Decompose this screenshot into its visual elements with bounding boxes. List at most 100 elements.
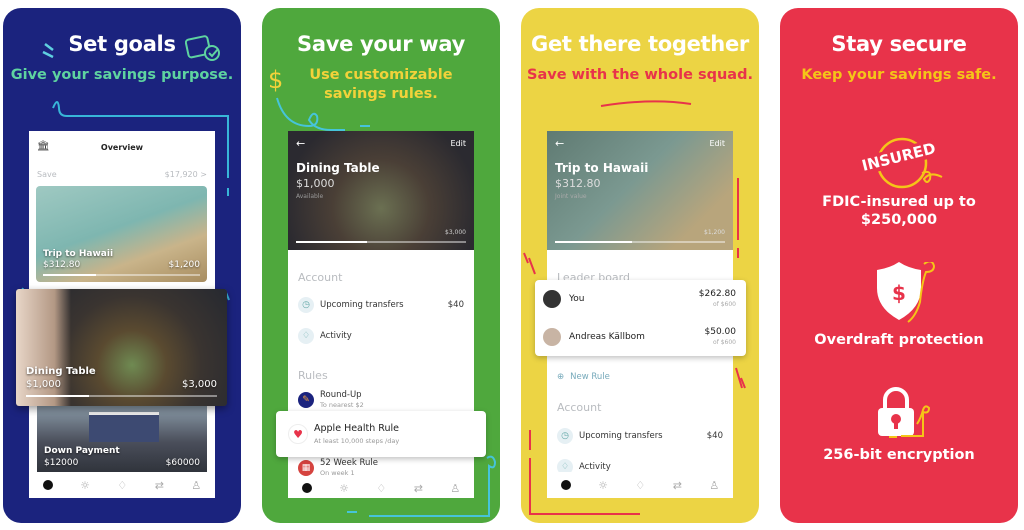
activity-icon[interactable]: ♢ (376, 482, 386, 495)
feature-fdic-line2: $250,000 (860, 212, 938, 228)
rule-52-week[interactable]: ▦ 52 Week Rule On week 1 (298, 458, 464, 477)
rules-heading: Rules (298, 369, 328, 382)
panel-title: Stay secure (831, 32, 967, 56)
goal-header-image: ← Edit Trip to Hawaii $312.80 Joint valu… (547, 131, 733, 250)
goal-title: Trip to Hawaii (555, 161, 649, 175)
activity-icon: ♢ (298, 328, 314, 344)
rule-detail: At least 10,000 steps /day (314, 437, 400, 445)
feature-fdic-line1: FDIC-insured up to (822, 194, 976, 210)
goal-target: $60000 (165, 458, 200, 468)
lightbulb-icon[interactable]: ☼ (80, 479, 90, 492)
row-label: Activity (579, 462, 611, 472)
account-heading: Account (298, 271, 343, 284)
rule-detail: On week 1 (320, 469, 355, 477)
calendar-icon: ▦ (298, 459, 314, 476)
goal-saved: $1,000 (26, 379, 61, 390)
tab-bar: ☼ ♢ ⇄ ♙ (288, 478, 474, 498)
leader-row[interactable]: Andreas Källbom $50.00 of $600 (543, 326, 736, 350)
goal-card-hawaii[interactable]: Trip to Hawaii $312.80 $1,200 (36, 186, 207, 282)
panel-subtitle-line1: Use customizable (309, 67, 453, 83)
back-button[interactable]: ← (555, 137, 564, 150)
goal-name: Dining Table (26, 366, 96, 377)
home-icon[interactable] (560, 480, 571, 490)
activity-icon[interactable]: ♢ (117, 479, 127, 492)
rule-round-up[interactable]: ✎ Round-Up To nearest $2 (298, 390, 464, 409)
goal-card-dining-table[interactable]: Dining Table $1,000 $3,000 (16, 289, 227, 406)
chevron-right-icon: > (200, 170, 207, 179)
tab-bar: ☼ ♢ ⇄ ♙ (547, 472, 733, 498)
leader-target: of $600 (713, 339, 736, 346)
profile-icon[interactable]: ♙ (709, 479, 719, 492)
edit-button[interactable]: Edit (451, 139, 467, 148)
goal-amount: $312.80 (555, 177, 601, 190)
row-label: Upcoming transfers (579, 431, 663, 441)
goal-progress-bar (555, 241, 725, 243)
clock-icon: ◷ (557, 428, 573, 444)
shield-dollar-icon: $ (877, 262, 936, 323)
row-value: $40 (447, 300, 464, 310)
panel-title: Save your way (297, 32, 465, 56)
transfer-icon[interactable]: ⇄ (155, 479, 164, 492)
panel-get-there-together: Get there together Save with the whole s… (521, 8, 759, 523)
lightbulb-icon[interactable]: ☼ (339, 482, 349, 495)
goal-target: $3,000 (445, 229, 466, 236)
rule-name: Apple Health Rule (314, 423, 399, 434)
upcoming-transfers-row[interactable]: ◷ Upcoming transfers $40 (298, 297, 464, 313)
transfer-icon[interactable]: ⇄ (673, 479, 682, 492)
goal-progress-bar (26, 395, 217, 397)
row-label: Activity (320, 331, 352, 341)
panel-save-your-way: $ Save your way Use customizable savings… (262, 8, 500, 523)
leader-amount: $50.00 (704, 327, 737, 337)
round-up-icon: ✎ (298, 391, 314, 408)
edit-button[interactable]: Edit (710, 139, 726, 148)
new-rule-button[interactable]: ⊕ New Rule (557, 372, 723, 382)
goal-header-image: ← Edit Dining Table $1,000 Available $3,… (288, 131, 474, 250)
feature-overdraft: Overdraft protection (814, 332, 984, 348)
profile-icon[interactable]: ♙ (191, 479, 201, 492)
tab-bar: ☼ ♢ ⇄ ♙ (29, 472, 215, 498)
overview-header: Overview (100, 143, 144, 152)
home-icon[interactable] (301, 483, 312, 493)
rule-name: Round-Up (320, 390, 362, 400)
heart-icon: ♥ (288, 424, 308, 444)
goal-saved: $312.80 (43, 260, 81, 270)
goal-name: Down Payment (44, 446, 120, 456)
lightbulb-icon[interactable]: ☼ (598, 479, 608, 492)
account-heading: Account (557, 401, 602, 414)
goal-card-down-payment[interactable]: Down Payment $12000 $60000 (37, 406, 207, 472)
goal-name: Trip to Hawaii (43, 249, 114, 259)
profile-icon[interactable]: ♙ (450, 482, 460, 495)
row-value: $40 (706, 431, 723, 441)
panel-set-goals: Set goals Give your savings purpose. 🏛 O… (3, 8, 241, 523)
plus-circle-icon: ⊕ (557, 372, 565, 382)
goal-progress-bar (43, 274, 200, 276)
upcoming-transfers-row[interactable]: ◷ Upcoming transfers $40 (557, 428, 723, 444)
panel-subtitle: Give your savings purpose. (10, 67, 234, 83)
activity-row[interactable]: ♢ Activity (298, 328, 464, 344)
back-button[interactable]: ← (296, 137, 305, 150)
panel-subtitle: Save with the whole squad. (527, 67, 753, 83)
feature-encryption: 256-bit encryption (823, 447, 975, 463)
goal-progress-bar (296, 241, 466, 243)
new-rule-label: New Rule (570, 372, 610, 382)
panel-stay-secure: Stay secure Keep your savings safe. INSU… (780, 8, 1018, 523)
leader-name: Andreas Källbom (569, 332, 645, 342)
home-icon[interactable] (42, 480, 53, 490)
goal-target: $1,200 (704, 229, 725, 236)
activity-icon[interactable]: ♢ (635, 479, 645, 492)
rule-apple-health[interactable]: ♥ Apple Health Rule At least 10,000 step… (276, 411, 486, 457)
save-total[interactable]: $17,920 > (165, 170, 207, 179)
padlock-icon (878, 387, 931, 438)
avatar (543, 328, 561, 346)
transfer-icon[interactable]: ⇄ (414, 482, 423, 495)
amount-caption: Joint value (555, 193, 587, 200)
goal-title: Dining Table (296, 161, 380, 175)
avatar (543, 290, 561, 308)
rule-name: 52 Week Rule (320, 458, 379, 468)
rule-detail: To nearest $2 (320, 401, 364, 409)
goal-saved: $12000 (44, 458, 79, 468)
amount-caption: Available (296, 193, 324, 200)
panel-subtitle: Keep your savings safe. (801, 67, 997, 83)
svg-text:$: $ (892, 281, 906, 305)
leader-row[interactable]: You $262.80 of $600 (543, 288, 736, 312)
